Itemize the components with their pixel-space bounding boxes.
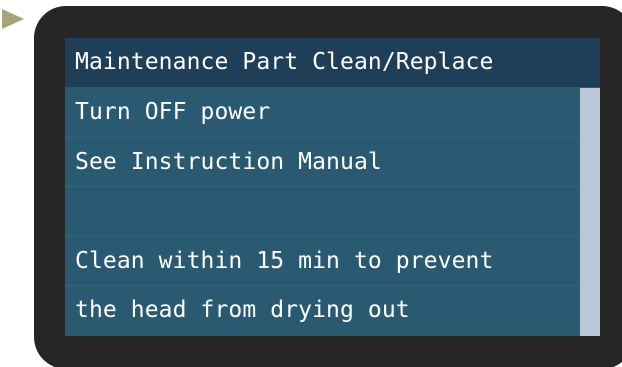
message-line-turn-off-power: Turn OFF power	[75, 99, 271, 125]
lcd-screen: Maintenance Part Clean/Replace Turn OFF …	[65, 38, 600, 336]
message-line-clean-within: Clean within 15 min to prevent	[75, 248, 494, 274]
row-divider	[65, 285, 600, 286]
screen-header: Maintenance Part Clean/Replace	[65, 38, 600, 87]
page: Maintenance Part Clean/Replace Turn OFF …	[0, 0, 622, 367]
message-line-drying-out: the head from drying out	[75, 297, 410, 323]
play-triangle-icon	[2, 9, 24, 29]
row-divider	[65, 236, 600, 237]
row-divider	[65, 186, 600, 187]
scrollbar-thumb[interactable]	[580, 88, 600, 336]
message-line-see-manual: See Instruction Manual	[75, 149, 382, 175]
row-divider	[65, 137, 600, 138]
screen-title: Maintenance Part Clean/Replace	[75, 49, 494, 75]
